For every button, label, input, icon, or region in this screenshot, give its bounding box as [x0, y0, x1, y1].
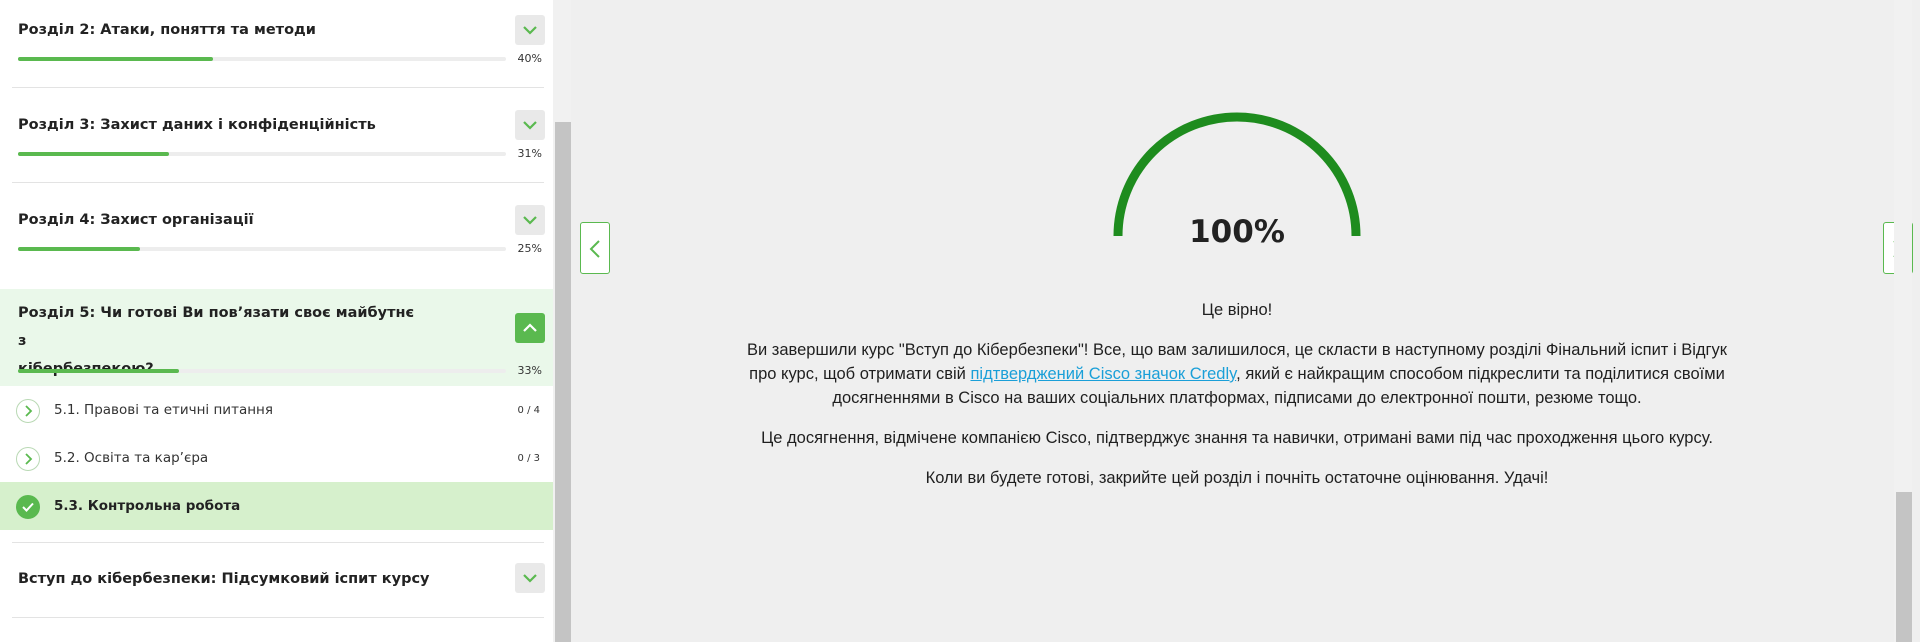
module-label: 5.3. Контрольна робота	[54, 498, 241, 514]
chevron-down-icon	[523, 121, 537, 130]
chevron-down-icon	[523, 26, 537, 35]
module-status	[16, 447, 40, 471]
section-percent: 31%	[517, 147, 542, 160]
section-progress-bar	[18, 369, 506, 373]
module-label: 5.2. Освіта та кар’єра	[54, 450, 209, 466]
section-title-line: Розділ 5: Чи готові Ви пов’язати своє ма…	[18, 305, 415, 349]
course-sidebar: Розділ 2: Атаки, поняття та методи 40% Р…	[0, 0, 553, 642]
achievement-paragraph: Це досягнення, відмічене компанією Cisco…	[761, 429, 1713, 447]
sidebar-section-2[interactable]: Розділ 2: Атаки, поняття та методи 40%	[0, 0, 553, 87]
section-percent: 25%	[517, 242, 542, 255]
section-title: Вступ до кібербезпеки: Підсумковий іспит…	[18, 571, 430, 587]
chevron-right-icon	[25, 453, 33, 465]
section-title: Розділ 4: Захист організації	[18, 212, 254, 228]
module-item[interactable]: 5.1. Правові та етичні питання 0 / 4	[0, 386, 553, 434]
section-progress-fill	[18, 57, 214, 61]
expand-button[interactable]	[515, 205, 545, 235]
sidebar-section-5[interactable]: Розділ 5: Чи готові Ви пов’язати своє ма…	[0, 289, 553, 386]
module-item-completed[interactable]: 5.3. Контрольна робота	[0, 482, 553, 530]
sidebar-section-4[interactable]: Розділ 4: Захист організації 25%	[0, 183, 553, 277]
content-scrollbar-thumb[interactable]	[1896, 492, 1912, 642]
expand-button[interactable]	[515, 563, 545, 593]
completion-paragraph: Ви завершили курс "Вступ до Кібербезпеки…	[735, 338, 1739, 410]
section-percent: 40%	[517, 52, 542, 65]
score-value: 100%	[1189, 214, 1285, 250]
divider	[12, 617, 544, 618]
section-progress-bar	[18, 247, 506, 251]
section-progress-bar	[18, 57, 506, 61]
chevron-down-icon	[523, 574, 537, 583]
expand-button[interactable]	[515, 15, 545, 45]
expand-button[interactable]	[515, 110, 545, 140]
section-progress-fill	[18, 152, 170, 156]
feedback-content: Це вірно! Ви завершили курс "Вступ до Кі…	[735, 298, 1739, 506]
section-title: Розділ 2: Атаки, поняття та методи	[18, 22, 316, 38]
chevron-up-icon	[523, 323, 537, 332]
module-item[interactable]: 5.2. Освіта та кар’єра 0 / 3	[0, 434, 553, 482]
module-status	[16, 399, 40, 423]
sidebar-section-3[interactable]: Розділ 3: Захист даних і конфіденційніст…	[0, 88, 553, 182]
chevron-left-icon	[589, 240, 600, 258]
collapse-button[interactable]	[515, 313, 545, 343]
module-label: 5.1. Правові та етичні питання	[54, 402, 273, 418]
next-step-paragraph: Коли ви будете готові, закрийте цей розд…	[925, 469, 1549, 487]
section-progress-bar	[18, 152, 506, 156]
feedback-message: Це вірно!	[1201, 301, 1273, 319]
section-progress-fill	[18, 369, 180, 373]
sidebar-scrollbar-thumb[interactable]	[555, 122, 571, 642]
module-count: 0 / 3	[517, 453, 540, 464]
module-status	[16, 495, 40, 519]
chevron-down-icon	[523, 216, 537, 225]
credly-badge-link[interactable]: підтверджений Cisco значок Credly	[970, 365, 1236, 383]
sidebar-section-final-exam[interactable]: Вступ до кібербезпеки: Підсумковий іспит…	[0, 543, 553, 617]
section-percent: 33%	[517, 364, 542, 377]
check-icon	[22, 502, 34, 512]
previous-button[interactable]	[580, 222, 610, 274]
section-progress-fill	[18, 247, 140, 251]
chevron-right-icon	[25, 405, 33, 417]
section-title: Розділ 3: Захист даних і конфіденційніст…	[18, 117, 376, 133]
module-count: 0 / 4	[517, 405, 540, 416]
